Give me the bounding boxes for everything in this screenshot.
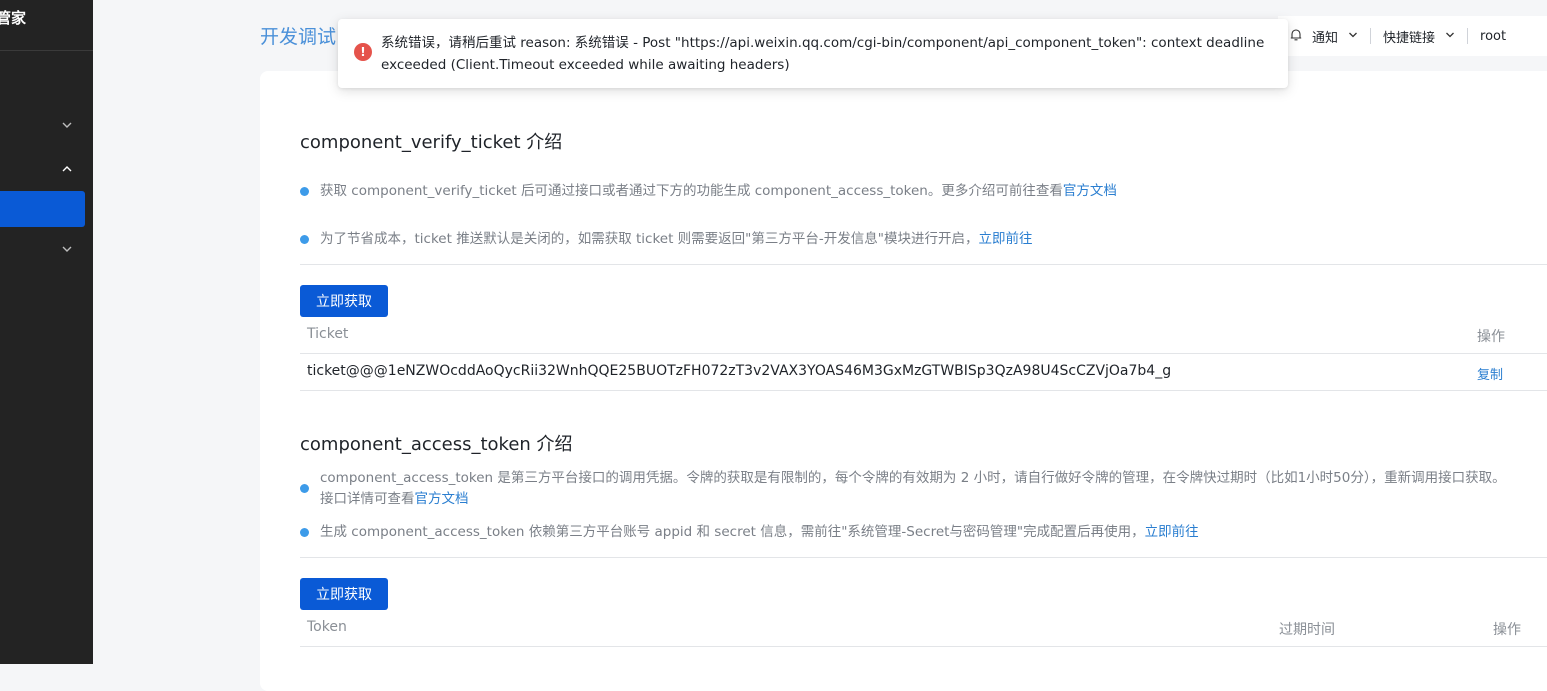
sidebar: 管家 — [0, 0, 93, 664]
divider — [300, 264, 1547, 265]
copy-ticket-link[interactable]: 复制 — [1477, 364, 1503, 383]
bullet-dot-icon — [300, 528, 309, 537]
official-docs-link[interactable]: 官方文档 — [415, 491, 469, 507]
page-title: 开发调试 — [260, 26, 337, 48]
token-info-text-line2: 接口详情可查看 — [320, 491, 415, 507]
table-divider — [300, 646, 1547, 647]
get-ticket-button[interactable]: 立即获取 — [300, 285, 388, 317]
header-separator — [1467, 28, 1469, 44]
sidebar-divider — [0, 50, 93, 51]
content-card — [260, 71, 1547, 691]
user-label: root — [1480, 28, 1507, 44]
token-info-text: component_access_token 是第三方平台接口的调用凭据。令牌的… — [320, 470, 1506, 486]
ticket-value: ticket@@@1eNZWOcddAoQycRii32WnhQQE25BUOT… — [307, 363, 1172, 379]
chevron-up-icon[interactable] — [60, 162, 74, 176]
ticket-section-title: component_verify_ticket 介绍 — [300, 132, 563, 153]
header-toolbar: 通知 快捷链接 root — [1278, 16, 1547, 56]
quicklinks-label: 快捷链接 — [1383, 30, 1436, 46]
error-toast: ! 系统错误，请稍后重试 reason: 系统错误 - Post "https:… — [338, 19, 1288, 88]
table-divider — [300, 353, 1547, 354]
token-config-text: 生成 component_access_token 依赖第三方平台账号 appi… — [320, 524, 1145, 540]
go-now-link[interactable]: 立即前往 — [1145, 524, 1199, 540]
notify-label: 通知 — [1312, 30, 1339, 46]
action-column-header: 操作 — [1477, 329, 1505, 345]
bell-icon — [1290, 28, 1302, 45]
bullet-dot-icon — [300, 484, 309, 493]
bullet-dot-icon — [300, 235, 309, 244]
chevron-down-icon — [1445, 29, 1455, 44]
error-message: 系统错误，请稍后重试 reason: 系统错误 - Post "https://… — [381, 35, 1265, 73]
token-section-title: component_access_token 介绍 — [300, 434, 573, 455]
user-menu[interactable]: root — [1480, 29, 1506, 44]
chevron-down-icon[interactable] — [60, 118, 74, 132]
notify-menu[interactable]: 通知 — [1290, 27, 1358, 46]
divider — [300, 557, 1547, 558]
token-column-header: Token — [307, 619, 347, 635]
action-column-header: 操作 — [1493, 622, 1521, 638]
quicklinks-menu[interactable]: 快捷链接 — [1383, 27, 1455, 46]
chevron-down-icon — [1348, 29, 1358, 44]
ticket-push-text: 为了节省成本，ticket 推送默认是关闭的，如需获取 ticket 则需要返回… — [320, 231, 979, 247]
error-icon: ! — [354, 43, 372, 61]
chevron-down-icon[interactable] — [60, 242, 74, 256]
get-token-button[interactable]: 立即获取 — [300, 578, 388, 610]
expire-column-header: 过期时间 — [1279, 622, 1335, 638]
sidebar-item-dev-debug[interactable] — [0, 191, 85, 227]
app-brand: 管家 — [0, 9, 27, 27]
table-divider — [300, 390, 1547, 391]
header-separator — [1370, 28, 1372, 44]
go-now-link[interactable]: 立即前往 — [978, 231, 1032, 247]
ticket-info-text: 获取 component_verify_ticket 后可通过接口或者通过下方的… — [320, 183, 1063, 199]
ticket-column-header: Ticket — [307, 326, 349, 342]
bullet-dot-icon — [300, 187, 309, 196]
official-docs-link[interactable]: 官方文档 — [1063, 183, 1117, 199]
